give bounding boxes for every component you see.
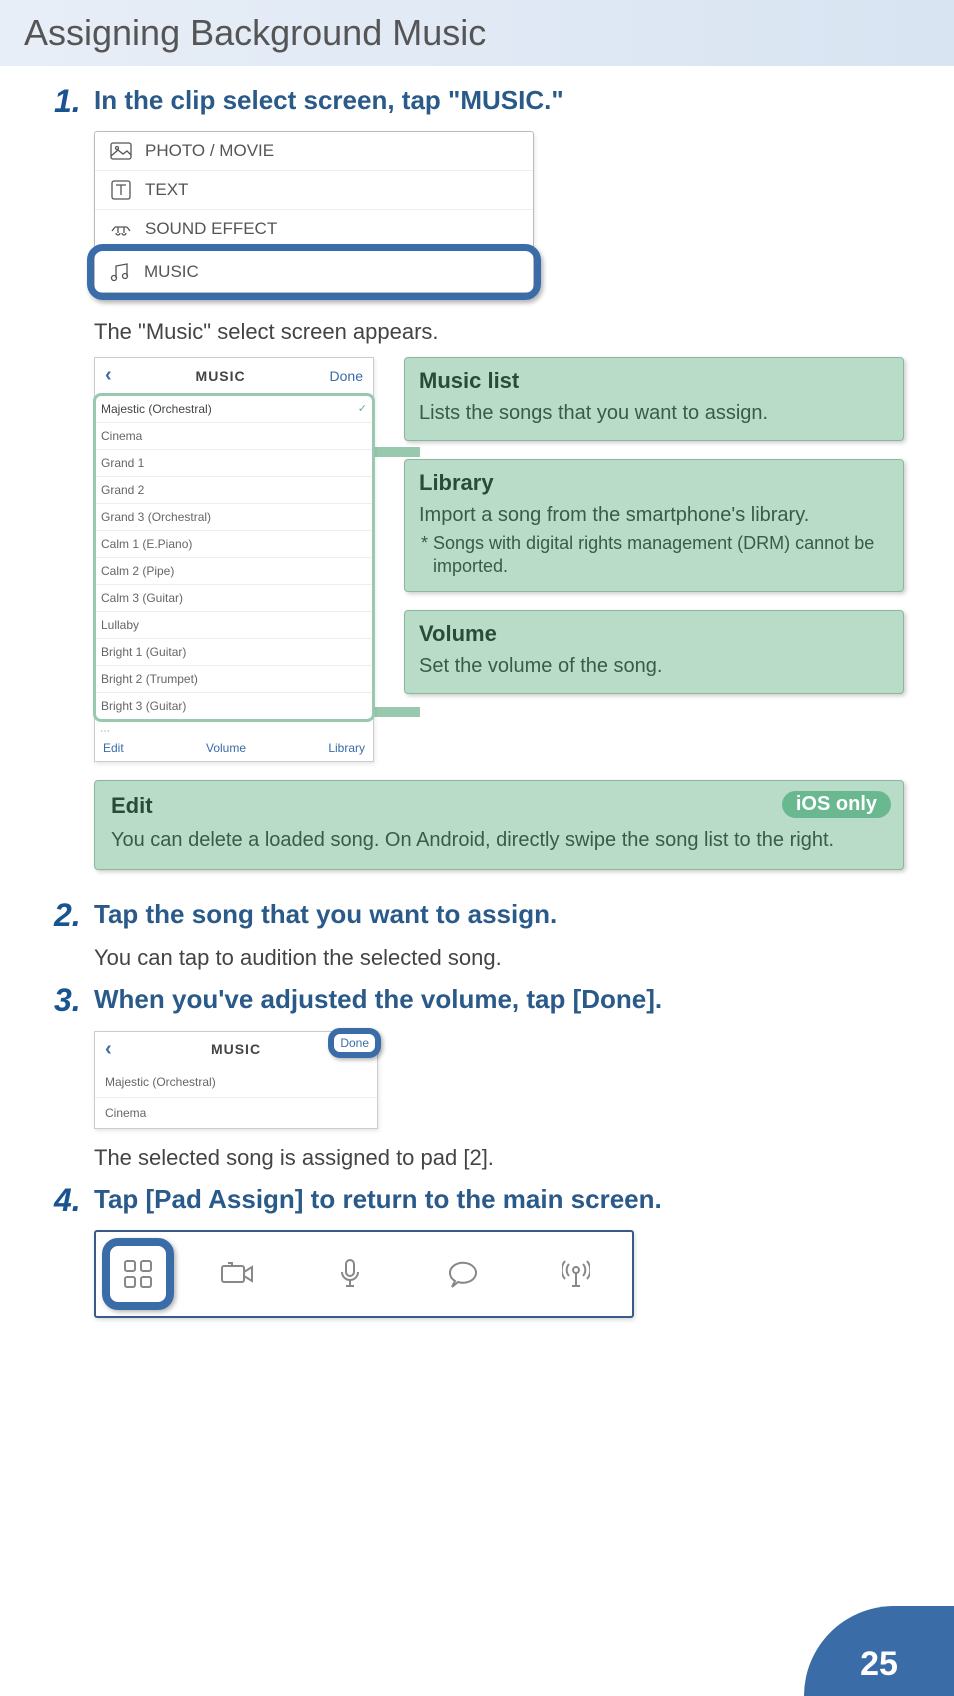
music-item[interactable]: Majestic (Orchestral): [96, 396, 372, 423]
step-1-after: The "Music" select screen appears.: [94, 319, 904, 345]
truncated-item: ⋯: [95, 722, 373, 737]
step-2-number: 2.: [54, 898, 94, 933]
music-item[interactable]: Grand 1: [96, 450, 372, 477]
callout-body: Lists the songs that you want to assign.: [419, 400, 889, 426]
page-title: Assigning Background Music: [0, 0, 954, 66]
callout-edit: iOS only Edit You can delete a loaded so…: [94, 780, 904, 870]
main-toolbar: [94, 1230, 634, 1318]
music-item[interactable]: Majestic (Orchestral): [95, 1067, 377, 1098]
music-item[interactable]: Calm 2 (Pipe): [96, 558, 372, 585]
step-2-body: You can tap to audition the selected son…: [94, 945, 904, 971]
step-3-title: When you've adjusted the volume, tap [Do…: [94, 983, 662, 1018]
done-button[interactable]: Done: [328, 1028, 381, 1058]
library-button[interactable]: Library: [328, 741, 365, 755]
music-item[interactable]: Bright 2 (Trumpet): [96, 666, 372, 693]
callout-music-list: Music list Lists the songs that you want…: [404, 357, 904, 441]
pad-assign-button[interactable]: [102, 1238, 174, 1310]
step-3-after: The selected song is assigned to pad [2]…: [94, 1145, 904, 1171]
music-item[interactable]: Bright 3 (Guitar): [96, 693, 372, 719]
music-item[interactable]: Calm 1 (E.Piano): [96, 531, 372, 558]
clip-row-label: SOUND EFFECT: [145, 219, 277, 239]
text-icon: [109, 179, 133, 201]
music-list: Majestic (Orchestral) Cinema Grand 1 Gra…: [93, 393, 375, 722]
back-button[interactable]: ‹: [105, 1038, 112, 1061]
music-item[interactable]: Grand 3 (Orchestral): [96, 504, 372, 531]
page-number: 25: [804, 1606, 954, 1696]
volume-button[interactable]: Volume: [206, 741, 246, 755]
callout-body: You can delete a loaded song. On Android…: [111, 827, 887, 853]
camera-icon[interactable]: [180, 1238, 293, 1310]
done-button[interactable]: Done: [330, 368, 363, 384]
sound-effect-icon: [109, 218, 133, 240]
back-button[interactable]: ‹: [105, 364, 112, 387]
music-done-screen: ‹ MUSIC Done Majestic (Orchestral) Cinem…: [94, 1031, 378, 1129]
callout-title: Edit: [111, 793, 887, 819]
step-1-number: 1.: [54, 84, 94, 119]
callout-title: Volume: [419, 621, 889, 647]
music-item[interactable]: Grand 2: [96, 477, 372, 504]
clip-row-sound-effect[interactable]: SOUND EFFECT: [95, 209, 533, 248]
clip-row-photo-movie[interactable]: PHOTO / MOVIE: [95, 132, 533, 170]
callout-body: Import a song from the smartphone's libr…: [419, 502, 889, 528]
clip-row-label: MUSIC: [144, 262, 199, 282]
step-2-title: Tap the song that you want to assign.: [94, 898, 557, 933]
edit-button[interactable]: Edit: [103, 741, 124, 755]
screen-title: MUSIC: [196, 368, 246, 384]
music-select-screen: ‹ MUSIC Done Majestic (Orchestral) Cinem…: [94, 357, 374, 762]
music-item[interactable]: Cinema: [96, 423, 372, 450]
callout-title: Music list: [419, 368, 889, 394]
callout-note: * Songs with digital rights management (…: [419, 532, 889, 577]
image-icon: [109, 140, 133, 162]
music-item[interactable]: Lullaby: [96, 612, 372, 639]
music-item[interactable]: Cinema: [95, 1098, 377, 1128]
step-4-number: 4.: [54, 1183, 94, 1218]
music-item[interactable]: Calm 3 (Guitar): [96, 585, 372, 612]
music-item[interactable]: Bright 1 (Guitar): [96, 639, 372, 666]
clip-row-music[interactable]: MUSIC: [87, 244, 541, 300]
step-3-number: 3.: [54, 983, 94, 1018]
step-1-title: In the clip select screen, tap "MUSIC.": [94, 84, 564, 119]
clip-select-panel: PHOTO / MOVIE TEXT SOUND EFFECT MUSIC: [94, 131, 534, 293]
music-icon: [108, 261, 132, 283]
callout-volume: Volume Set the volume of the song.: [404, 610, 904, 694]
screen-title: MUSIC: [211, 1041, 261, 1057]
callout-library: Library Import a song from the smartphon…: [404, 459, 904, 592]
clip-row-label: PHOTO / MOVIE: [145, 141, 274, 161]
speech-bubble-icon[interactable]: [406, 1238, 519, 1310]
microphone-icon[interactable]: [293, 1238, 406, 1310]
callout-body: Set the volume of the song.: [419, 653, 889, 679]
clip-row-label: TEXT: [145, 180, 188, 200]
clip-row-text[interactable]: TEXT: [95, 170, 533, 209]
ios-only-badge: iOS only: [782, 791, 891, 818]
step-4-title: Tap [Pad Assign] to return to the main s…: [94, 1183, 662, 1218]
broadcast-icon[interactable]: [519, 1238, 632, 1310]
callout-title: Library: [419, 470, 889, 496]
